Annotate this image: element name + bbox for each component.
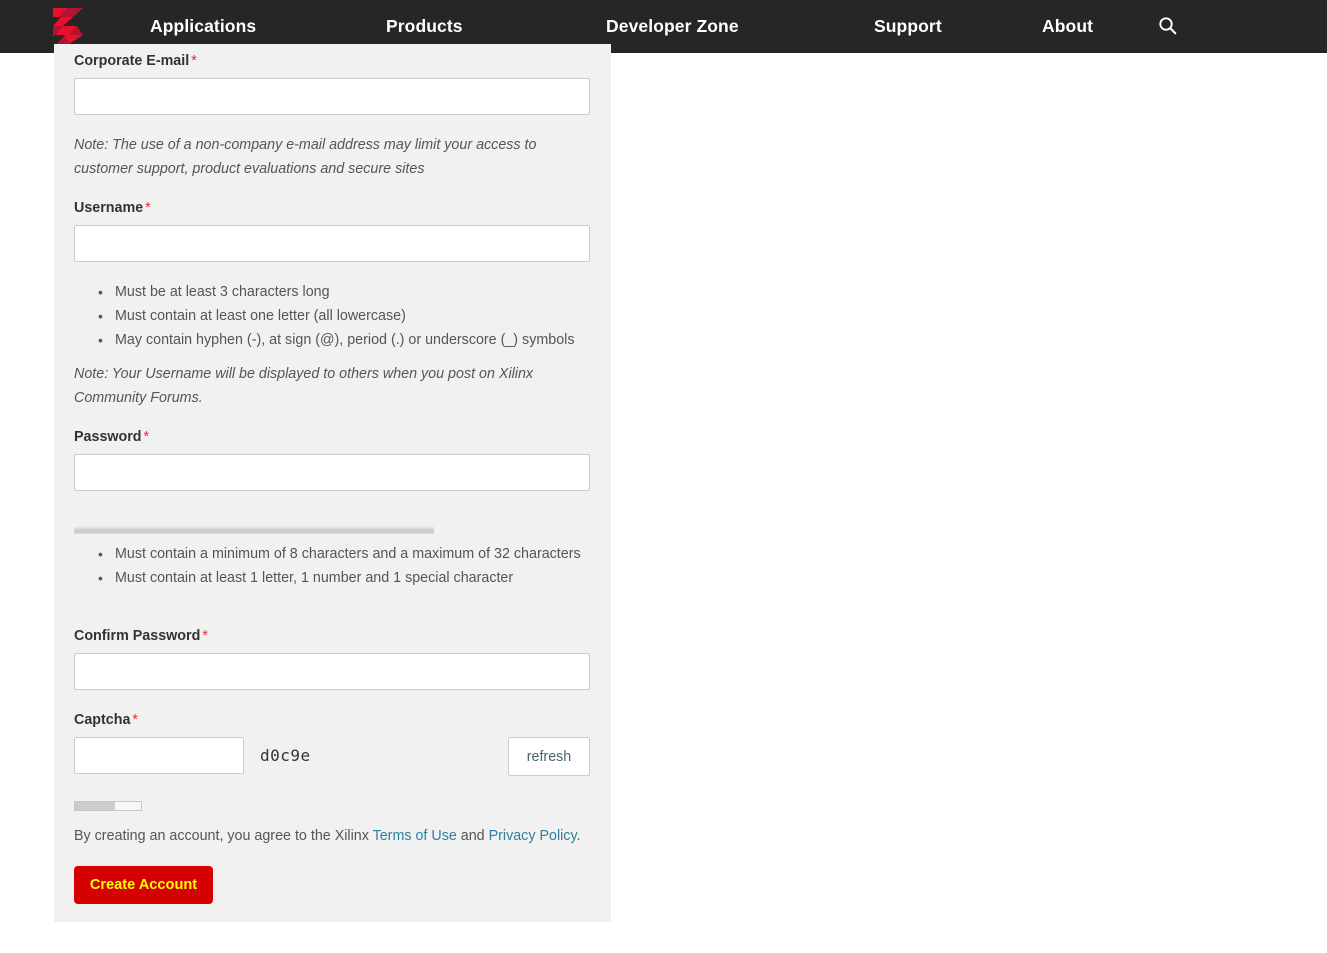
- nav-label-developer-zone: Developer Zone: [606, 16, 739, 36]
- captcha-refresh-button[interactable]: refresh: [508, 737, 590, 776]
- search-icon: [1158, 16, 1177, 35]
- required-asterisk-captcha: *: [130, 712, 138, 728]
- terms-middle: and: [457, 828, 489, 844]
- field-captcha: Captcha* d0c9e refresh: [74, 711, 590, 777]
- terms-suffix: .: [577, 828, 581, 844]
- password-rules-list: Must contain a minimum of 8 characters a…: [74, 542, 618, 590]
- label-text-password: Password: [74, 429, 142, 445]
- corporate-email-input[interactable]: [74, 78, 590, 115]
- captcha-row: d0c9e refresh: [74, 737, 590, 777]
- label-text-username: Username: [74, 200, 143, 216]
- captcha-code-text: d0c9e: [260, 746, 311, 765]
- captcha-input[interactable]: [74, 737, 244, 774]
- required-asterisk-confirm-password: *: [200, 628, 208, 644]
- nav-item-developer-zone[interactable]: Developer Zone: [606, 0, 739, 53]
- nav-label-applications: Applications: [150, 16, 256, 36]
- password-rule-item: Must contain at least 1 letter, 1 number…: [98, 566, 618, 590]
- captcha-loader: [74, 801, 142, 811]
- field-password: Password*: [74, 428, 590, 491]
- create-account-button[interactable]: Create Account: [74, 866, 213, 904]
- terms-prefix: By creating an account, you agree to the…: [74, 828, 373, 844]
- required-asterisk-password: *: [142, 429, 150, 445]
- label-confirm-password: Confirm Password*: [74, 627, 590, 646]
- username-rule-item: Must contain at least one letter (all lo…: [98, 304, 618, 328]
- password-strength-meter: [74, 525, 434, 534]
- privacy-policy-link[interactable]: Privacy Policy: [489, 828, 577, 844]
- label-captcha: Captcha*: [74, 711, 590, 730]
- field-username: Username*: [74, 199, 590, 262]
- search-button[interactable]: [1155, 11, 1179, 39]
- field-confirm-password: Confirm Password*: [74, 627, 590, 690]
- label-corporate-email: Corporate E-mail*: [74, 52, 590, 71]
- password-input[interactable]: [74, 454, 590, 491]
- label-password: Password*: [74, 428, 590, 447]
- username-input[interactable]: [74, 225, 590, 262]
- terms-text: By creating an account, you agree to the…: [74, 826, 604, 847]
- note-username: Note: Your Username will be displayed to…: [74, 362, 574, 410]
- captcha-progress-bar: [74, 801, 142, 811]
- nav-item-support[interactable]: Support: [874, 0, 942, 53]
- username-rule-item: May contain hyphen (-), at sign (@), per…: [98, 328, 618, 352]
- label-text-confirm-password: Confirm Password: [74, 628, 200, 644]
- password-rules: Must contain a minimum of 8 characters a…: [74, 542, 618, 590]
- submit-area: Create Account: [74, 866, 213, 904]
- password-strength-bar: [74, 525, 434, 534]
- username-rules: Must be at least 3 characters long Must …: [74, 280, 618, 352]
- note-corporate-email: Note: The use of a non-company e-mail ad…: [74, 133, 574, 181]
- note-text-username: Note: Your Username will be displayed to…: [74, 362, 574, 410]
- label-text-corporate-email: Corporate E-mail: [74, 53, 189, 69]
- required-asterisk-username: *: [143, 200, 151, 216]
- label-text-captcha: Captcha: [74, 712, 130, 728]
- confirm-password-input[interactable]: [74, 653, 590, 690]
- xilinx-logo[interactable]: [51, 6, 85, 46]
- terms-of-use-link[interactable]: Terms of Use: [373, 828, 457, 844]
- nav-label-about: About: [1042, 16, 1093, 36]
- terms-agreement: By creating an account, you agree to the…: [74, 826, 604, 847]
- nav-item-about[interactable]: About: [1042, 0, 1093, 53]
- password-rule-item: Must contain a minimum of 8 characters a…: [98, 542, 618, 566]
- required-asterisk-corporate-email: *: [189, 53, 197, 69]
- nav-label-support: Support: [874, 16, 942, 36]
- field-corporate-email: Corporate E-mail*: [74, 52, 590, 115]
- note-text-corporate-email: Note: The use of a non-company e-mail ad…: [74, 133, 574, 181]
- registration-form-panel: Corporate E-mail* Note: The use of a non…: [54, 44, 611, 922]
- nav-label-products: Products: [386, 16, 463, 36]
- captcha-progress-fill: [75, 802, 115, 810]
- username-rules-list: Must be at least 3 characters long Must …: [74, 280, 618, 352]
- label-username: Username*: [74, 199, 590, 218]
- username-rule-item: Must be at least 3 characters long: [98, 280, 618, 304]
